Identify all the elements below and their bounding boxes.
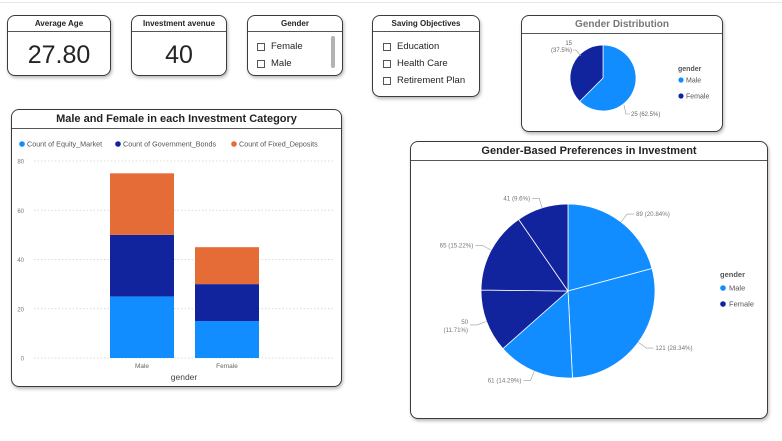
y-tick-label: 60 [17, 209, 24, 215]
legend-marker [678, 93, 684, 99]
legend-title: gender [678, 66, 702, 73]
investment-category-visual[interactable]: Male and Female in each Investment Categ… [11, 109, 342, 387]
checkbox[interactable] [383, 76, 391, 85]
data-label: 89 (20.84%) [636, 211, 670, 218]
bar-segment-female[interactable] [195, 247, 259, 285]
data-label: 41 (9.6%) [503, 195, 530, 202]
investment-avenue-card: Investment avenue 40 [131, 15, 227, 76]
data-label: 61 (14.29%) [488, 377, 522, 384]
legend-marker [720, 285, 726, 291]
x-tick-label: Female [216, 363, 238, 370]
legend-label: Male [686, 78, 701, 85]
data-label-leader [470, 321, 487, 326]
saving-option-label: Education [397, 41, 440, 52]
data-label-leader [620, 213, 635, 223]
saving-option-education[interactable]: Education [383, 41, 439, 52]
x-axis-title: gender [171, 372, 198, 382]
bar-segment-male[interactable] [110, 234, 174, 297]
legend-marker [720, 301, 726, 307]
stacked-bar-chart[interactable]: Count of Equity_Market Count of Governmen… [12, 129, 340, 385]
saving-option-health-care[interactable]: Health Care [383, 58, 448, 69]
checkbox[interactable] [383, 42, 391, 51]
y-tick-label: 40 [17, 258, 24, 264]
gender-distribution-title: Gender Distribution [575, 19, 669, 30]
gender-option-label: Female [271, 41, 303, 52]
checkbox[interactable] [257, 59, 265, 68]
data-label: 25 (62.5%) [631, 112, 660, 118]
legend-label: Count of Government_Bonds [123, 140, 216, 149]
data-label-leader [523, 371, 535, 381]
data-label-leader [532, 198, 543, 208]
saving-objectives-title: Saving Objectives [391, 19, 461, 28]
gender-distribution-visual[interactable]: Gender Distribution 25 (62.5%) 15 (37.5%) g… [521, 15, 723, 132]
saving-option-label: Retirement Plan [397, 75, 466, 86]
gender-slicer[interactable]: Gender Female Male [247, 15, 343, 76]
gender-distribution-pie[interactable]: 25 (62.5%) 15(37.5%) gender Male Female [522, 34, 722, 130]
data-label: 65 (15.22%) [440, 242, 474, 249]
slicer-scrollbar[interactable] [331, 36, 335, 68]
legend-marker [19, 141, 25, 147]
saving-objectives-slicer[interactable]: Saving Objectives Education Health Care … [372, 15, 480, 97]
y-tick-label: 0 [21, 357, 25, 363]
investment-avenue-value: 40 [165, 41, 193, 69]
card-divider [132, 31, 226, 32]
legend-label: Female [729, 300, 754, 309]
checkbox[interactable] [257, 42, 265, 51]
legend-marker [115, 141, 121, 147]
checkbox[interactable] [383, 59, 391, 68]
legend-label: Count of Fixed_Deposits [239, 140, 318, 149]
data-label: (11.71%) [443, 327, 468, 334]
investment-avenue-title: Investment avenue [142, 19, 216, 28]
gender-option-label: Male [271, 58, 292, 69]
investment-category-title: Male and Female in each Investment Categ… [56, 113, 297, 125]
legend-label: Female [686, 94, 709, 101]
gender-preferences-title: Gender-Based Preferences in Investment [481, 145, 697, 157]
legend-label: Count of Equity_Market [27, 140, 102, 149]
bar-segment-female[interactable] [195, 321, 259, 358]
data-label: 50 [461, 319, 468, 326]
gender-slicer-title: Gender [280, 19, 309, 28]
legend-title: gender [720, 270, 745, 279]
legend-marker [231, 141, 237, 147]
bar-segment-male[interactable] [110, 296, 174, 358]
average-age-value: 27.80 [27, 41, 91, 69]
data-label-leader [623, 104, 630, 115]
legend-marker [678, 77, 684, 83]
card-divider [373, 31, 479, 32]
y-tick-label: 80 [17, 160, 24, 166]
y-tick-label: 20 [17, 307, 24, 313]
average-age-card: Average Age 27.80 [7, 15, 111, 76]
data-label-leader [475, 245, 492, 251]
gender-option-female[interactable]: Female [257, 41, 303, 52]
bar-segment-female[interactable] [195, 284, 259, 322]
data-label: (37.5%) [551, 48, 572, 54]
card-divider [8, 31, 110, 32]
saving-option-label: Health Care [397, 58, 448, 69]
top-divider [0, 2, 782, 3]
card-divider [248, 31, 342, 32]
saving-option-retirement-plan[interactable]: Retirement Plan [383, 75, 465, 86]
bar-segment-male[interactable] [110, 173, 174, 235]
gender-preferences-visual[interactable]: Gender-Based Preferences in Investment 8… [410, 141, 768, 419]
data-label: 15 [565, 41, 572, 47]
data-label-leader [638, 341, 654, 349]
gender-option-male[interactable]: Male [257, 58, 292, 69]
gender-preferences-pie[interactable]: 89 (20.84%) 121 (28.34%) 61 (14.29%) 50(11.… [411, 161, 766, 417]
x-tick-label: Male [135, 363, 149, 370]
legend-label: Male [729, 284, 745, 293]
average-age-title: Average Age [34, 19, 84, 28]
data-label: 121 (28.34%) [655, 345, 692, 352]
